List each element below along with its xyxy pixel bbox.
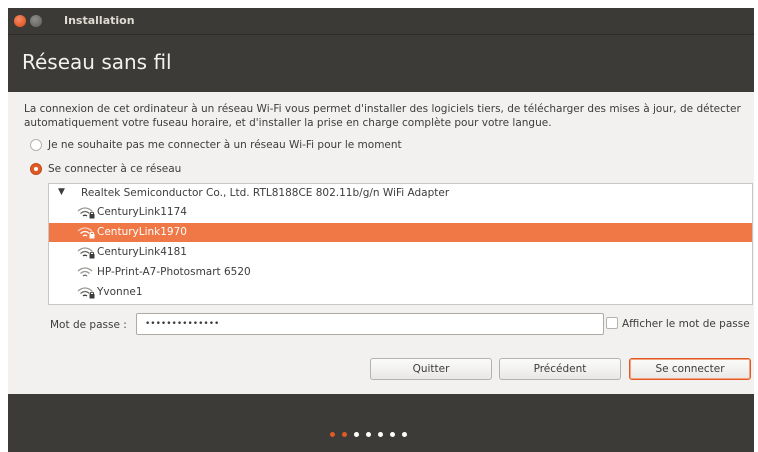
intro-text: La connexion de cet ordinateur à un rése… [24,103,741,129]
network-item[interactable]: HP-Print-A7-Photosmart 6520 [49,263,752,282]
network-name: CenturyLink1970 [97,226,187,238]
network-item[interactable]: CenturyLink4181 [49,243,752,262]
wifi-secured-icon [77,207,95,219]
progress-dot [390,432,395,437]
network-item[interactable]: Yvonne1 [49,283,752,302]
adapter-label: Realtek Semiconductor Co., Ltd. RTL8188C… [81,187,450,199]
installer-window: Installation Réseau sans fil La connexio… [8,8,754,452]
network-item-selected[interactable]: CenturyLink1970 [49,223,752,242]
back-button[interactable]: Précédent [499,358,621,380]
progress-dot [366,432,371,437]
show-password-label[interactable]: Afficher le mot de passe [622,318,750,330]
radio-connect-label[interactable]: Se connecter à ce réseau [48,163,181,175]
progress-dot [378,432,383,437]
wifi-icon [77,267,93,277]
network-name: CenturyLink1174 [97,206,187,218]
progress-dot [330,432,335,437]
connect-button[interactable]: Se connecter [629,358,751,380]
progress-footer [8,394,754,452]
network-name: Yvonne1 [97,286,143,298]
window-title: Installation [64,14,135,27]
radio-connect[interactable] [30,163,42,175]
network-item[interactable]: CenturyLink1174 [49,203,752,222]
minimize-window-button[interactable] [30,15,42,27]
password-label: Mot de passe : [50,319,127,331]
show-password-checkbox[interactable] [606,317,618,329]
progress-dot [342,432,347,437]
close-window-button[interactable] [14,15,26,27]
page-title: Réseau sans fil [22,50,172,74]
radio-no-connect[interactable] [30,139,42,151]
network-name: HP-Print-A7-Photosmart 6520 [97,266,251,278]
adapter-row[interactable]: ▼ Realtek Semiconductor Co., Ltd. RTL818… [49,184,752,202]
wifi-secured-icon [77,227,95,239]
expander-arrow-icon[interactable]: ▼ [58,187,65,197]
network-list[interactable]: ▼ Realtek Semiconductor Co., Ltd. RTL818… [48,183,753,305]
quit-button[interactable]: Quitter [370,358,492,380]
progress-dot [402,432,407,437]
wifi-secured-icon [77,247,95,259]
radio-no-connect-label[interactable]: Je ne souhaite pas me connecter à un rés… [48,139,402,151]
progress-dot [354,432,359,437]
wifi-secured-icon [77,287,95,299]
network-name: CenturyLink4181 [97,246,187,258]
title-bar: Installation [8,8,754,34]
page-header: Réseau sans fil [8,34,754,92]
password-input[interactable] [136,313,604,335]
